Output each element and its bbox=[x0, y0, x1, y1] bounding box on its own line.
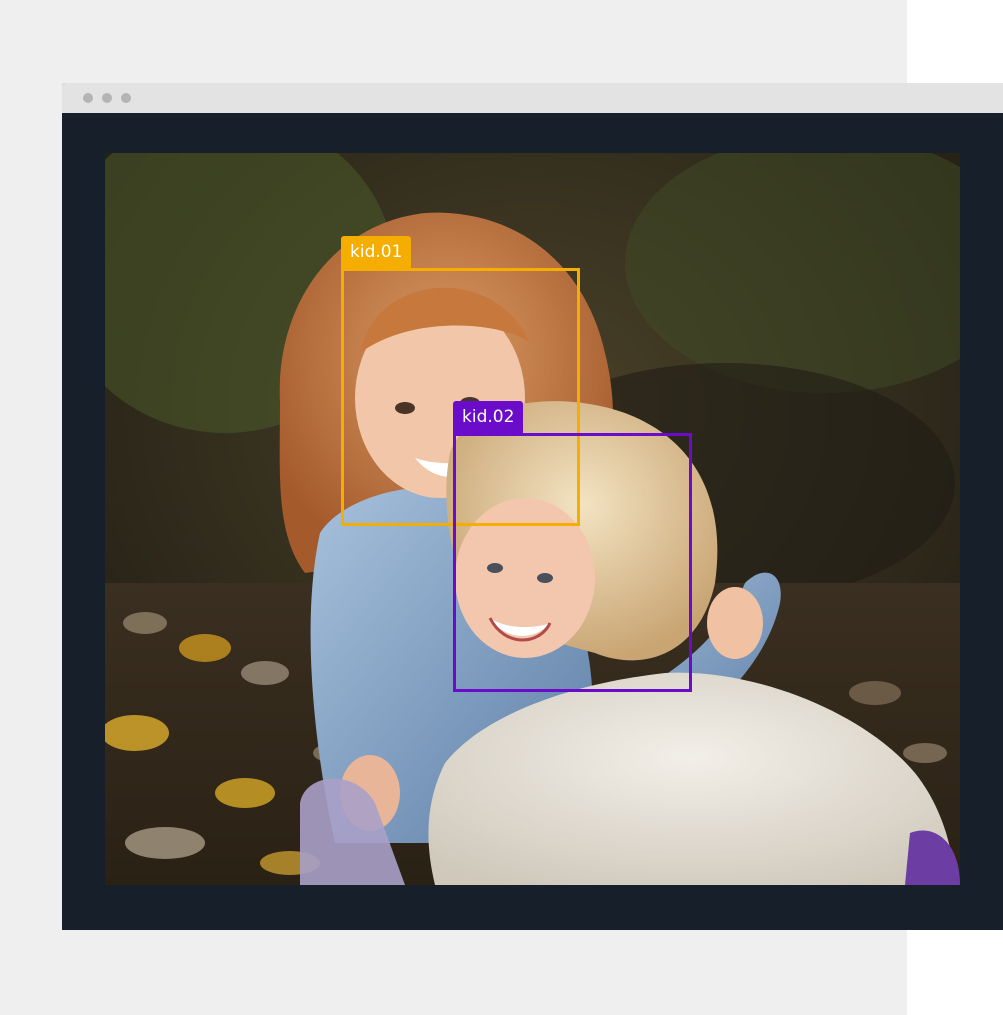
window-dot-icon bbox=[102, 93, 112, 103]
window-dot-icon bbox=[83, 93, 93, 103]
bbox-label-kid-02: kid.02 bbox=[453, 401, 524, 433]
window-dot-icon bbox=[121, 93, 131, 103]
window-titlebar bbox=[62, 83, 1003, 113]
bbox-label-kid-01: kid.01 bbox=[341, 236, 412, 268]
bbox-kid-02[interactable] bbox=[453, 433, 692, 692]
